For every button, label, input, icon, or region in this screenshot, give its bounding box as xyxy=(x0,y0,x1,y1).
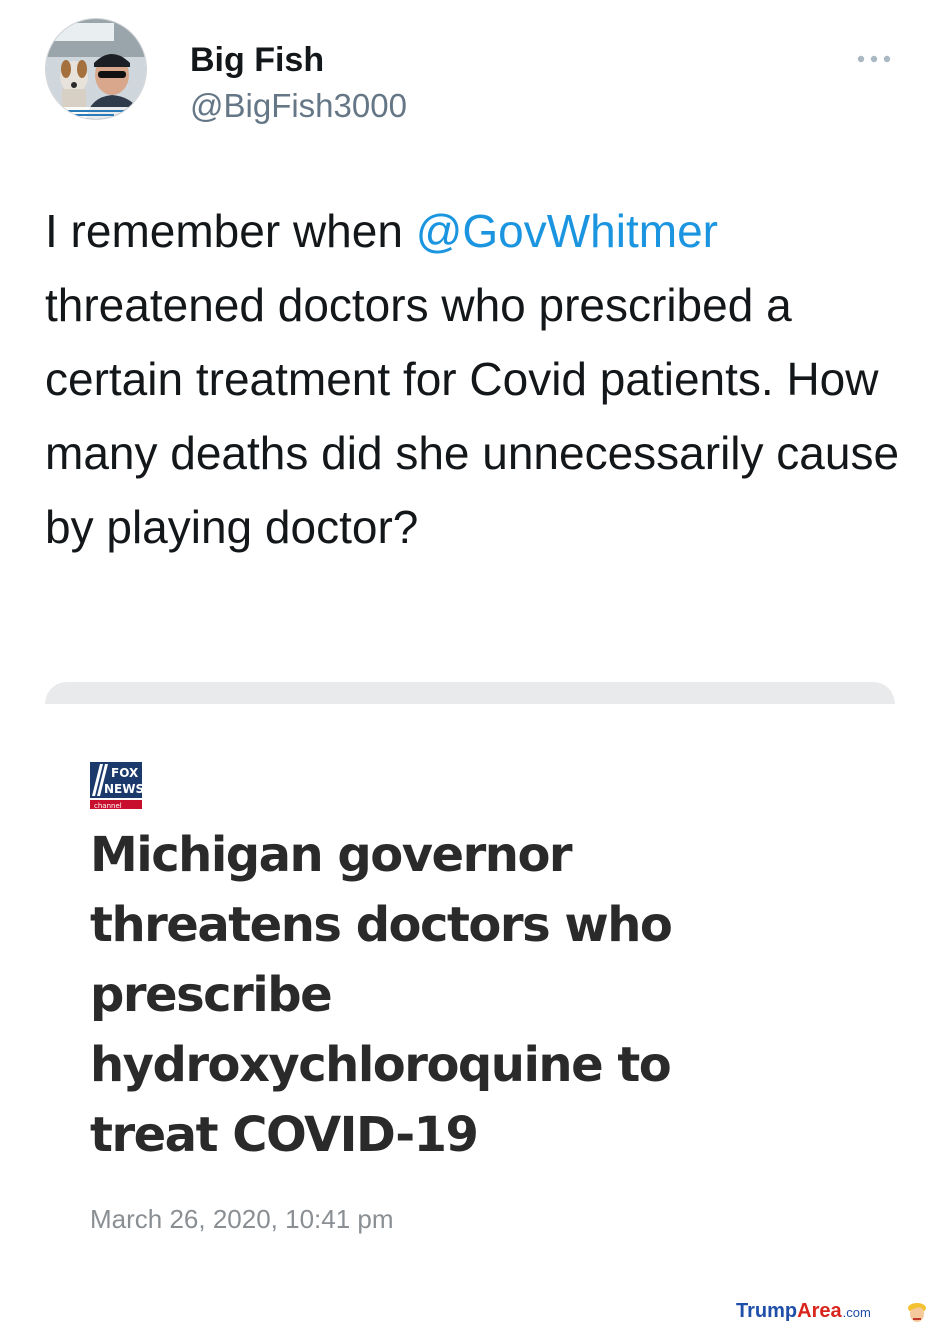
card-headline[interactable]: Michigan governor threatens doctors who … xyxy=(90,820,810,1170)
user-handle[interactable]: @BigFish3000 xyxy=(190,86,407,126)
ellipsis-icon[interactable] xyxy=(856,52,892,66)
watermark-part-1: Trump xyxy=(736,1300,798,1322)
profile-photo xyxy=(46,19,146,119)
site-watermark: Trump Area .com xyxy=(736,1300,871,1324)
tweet-text-intro: I remember when xyxy=(45,205,416,257)
svg-text:channel: channel xyxy=(94,802,122,810)
svg-text:FOX: FOX xyxy=(111,766,139,780)
fox-news-logo: FOX NEWS channel xyxy=(90,762,144,810)
card-timestamp: March 26, 2020, 10:41 pm xyxy=(90,1204,394,1234)
watermark-part-3: .com xyxy=(842,1305,871,1320)
watermark-part-2: Area xyxy=(797,1300,842,1322)
svg-text:NEWS: NEWS xyxy=(104,782,142,796)
display-name[interactable]: Big Fish xyxy=(190,40,324,80)
tweet-text-body: threatened doctors who prescribed a cert… xyxy=(45,279,900,553)
trump-face-icon xyxy=(905,1300,929,1324)
avatar[interactable] xyxy=(45,18,147,120)
mention-link[interactable]: @GovWhitmer xyxy=(416,205,718,257)
tweet-text: I remember when @GovWhitmer threatened d… xyxy=(45,194,905,564)
card-divider xyxy=(45,682,895,704)
